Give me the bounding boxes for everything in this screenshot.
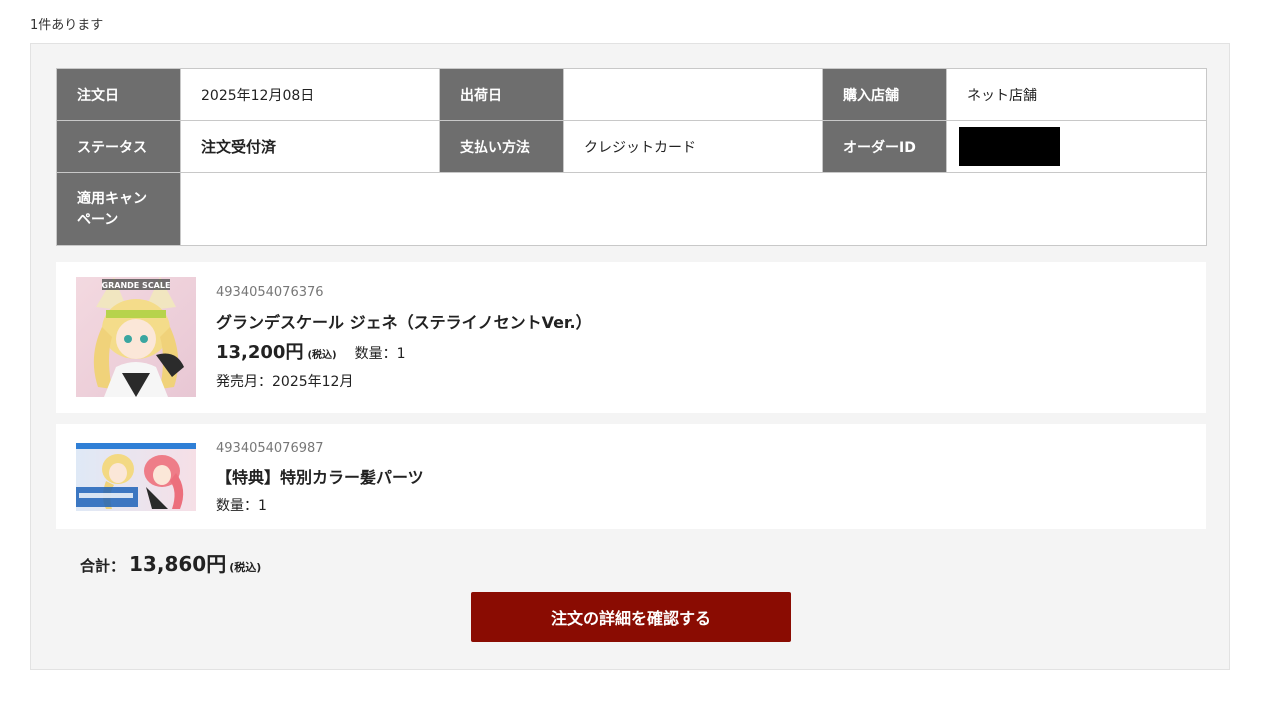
product-name[interactable]: グランデスケール ジェネ（ステライノセントVer.） [216, 309, 592, 333]
total-tax-note: (税込) [229, 561, 262, 574]
figure-image-icon: GRANDE SCALE [76, 277, 196, 397]
bonus-parts-image-icon [76, 443, 196, 511]
product-thumbnail[interactable] [76, 443, 196, 511]
total-value: 13,860円 [129, 552, 227, 576]
product-thumbnail[interactable]: GRANDE SCALE [76, 277, 196, 397]
status-value: 注文受付済 [180, 120, 440, 173]
status-label: ステータス [56, 120, 181, 173]
order-item: 4934054076987 【特典】特別カラー髪パーツ 数量：1 [56, 424, 1206, 529]
redacted-order-id [959, 127, 1060, 166]
total-label: 合計： [80, 557, 126, 575]
order-total: 合計： 13,860円 (税込) [80, 548, 261, 577]
order-card: 注文日 2025年12月08日 出荷日 購入店舗 ネット店舗 ステータス 注文受… [30, 43, 1230, 670]
ship-date-value [563, 68, 823, 121]
product-quantity: 数量：1 [216, 498, 267, 514]
product-jan: 4934054076987 [216, 441, 324, 456]
store-value: ネット店舗 [946, 68, 1207, 121]
price-tax-note: (税込) [307, 350, 337, 361]
view-order-details-button[interactable]: 注文の詳細を確認する [471, 592, 791, 642]
order-id-label: オーダーID [822, 120, 947, 173]
product-name[interactable]: 【特典】特別カラー髪パーツ [216, 464, 424, 488]
campaign-label-line2: ペーン [77, 212, 119, 228]
thumb-banner-text: GRANDE SCALE [102, 281, 171, 290]
store-label: 購入店舗 [822, 68, 947, 121]
ship-date-label: 出荷日 [439, 68, 564, 121]
result-count: 1件あります [30, 18, 104, 33]
price-row: 13,200円 (税込) 数量：1 [216, 338, 406, 364]
product-price: 13,200円 [216, 342, 304, 363]
release-month: 発売月：2025年12月 [216, 374, 354, 390]
order-info-table: 注文日 2025年12月08日 出荷日 購入店舗 ネット店舗 ステータス 注文受… [56, 68, 1207, 246]
payment-value: クレジットカード [563, 120, 823, 173]
product-quantity: 数量：1 [354, 346, 406, 362]
campaign-value [180, 172, 1207, 246]
order-id-value [946, 120, 1207, 173]
campaign-label: 適用キャン ペーン [56, 172, 181, 246]
order-date-label: 注文日 [56, 68, 181, 121]
order-date-value: 2025年12月08日 [180, 68, 440, 121]
payment-label: 支払い方法 [439, 120, 564, 173]
campaign-label-line1: 適用キャン [77, 191, 147, 207]
product-jan: 4934054076376 [216, 285, 324, 300]
order-item: GRANDE SCALE 4934054076376 グランデスケール ジェネ（… [56, 262, 1206, 413]
